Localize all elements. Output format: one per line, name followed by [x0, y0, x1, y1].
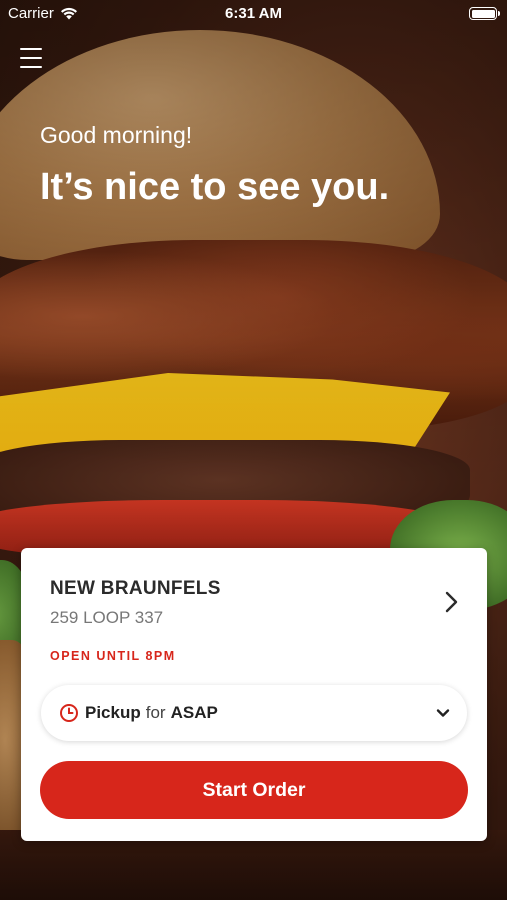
- welcome-headline: It’s nice to see you.: [40, 166, 390, 208]
- order-mode: Pickup: [85, 703, 141, 722]
- status-bar: Carrier 6:31 AM: [0, 0, 507, 28]
- order-time: ASAP: [170, 703, 218, 722]
- greeting-text: Good morning!: [40, 122, 193, 148]
- order-mode-connector: for: [145, 703, 166, 722]
- hamburger-menu-icon[interactable]: [20, 48, 42, 68]
- store-card: NEW BRAUNFELS 259 LOOP 337 OPEN UNTIL 8P…: [21, 548, 487, 841]
- chevron-down-icon: [436, 709, 450, 717]
- battery-icon: [469, 7, 500, 20]
- start-order-button[interactable]: Start Order: [40, 761, 468, 819]
- clock-time: 6:31 AM: [225, 5, 282, 22]
- store-address: 259 LOOP 337: [50, 608, 164, 627]
- store-hours: OPEN UNTIL 8PM: [50, 649, 176, 663]
- chevron-right-icon[interactable]: [439, 588, 463, 616]
- store-name[interactable]: NEW BRAUNFELS: [50, 578, 221, 600]
- clock-icon: [60, 704, 78, 722]
- pickup-time-selector[interactable]: Pickup for ASAP: [41, 685, 467, 741]
